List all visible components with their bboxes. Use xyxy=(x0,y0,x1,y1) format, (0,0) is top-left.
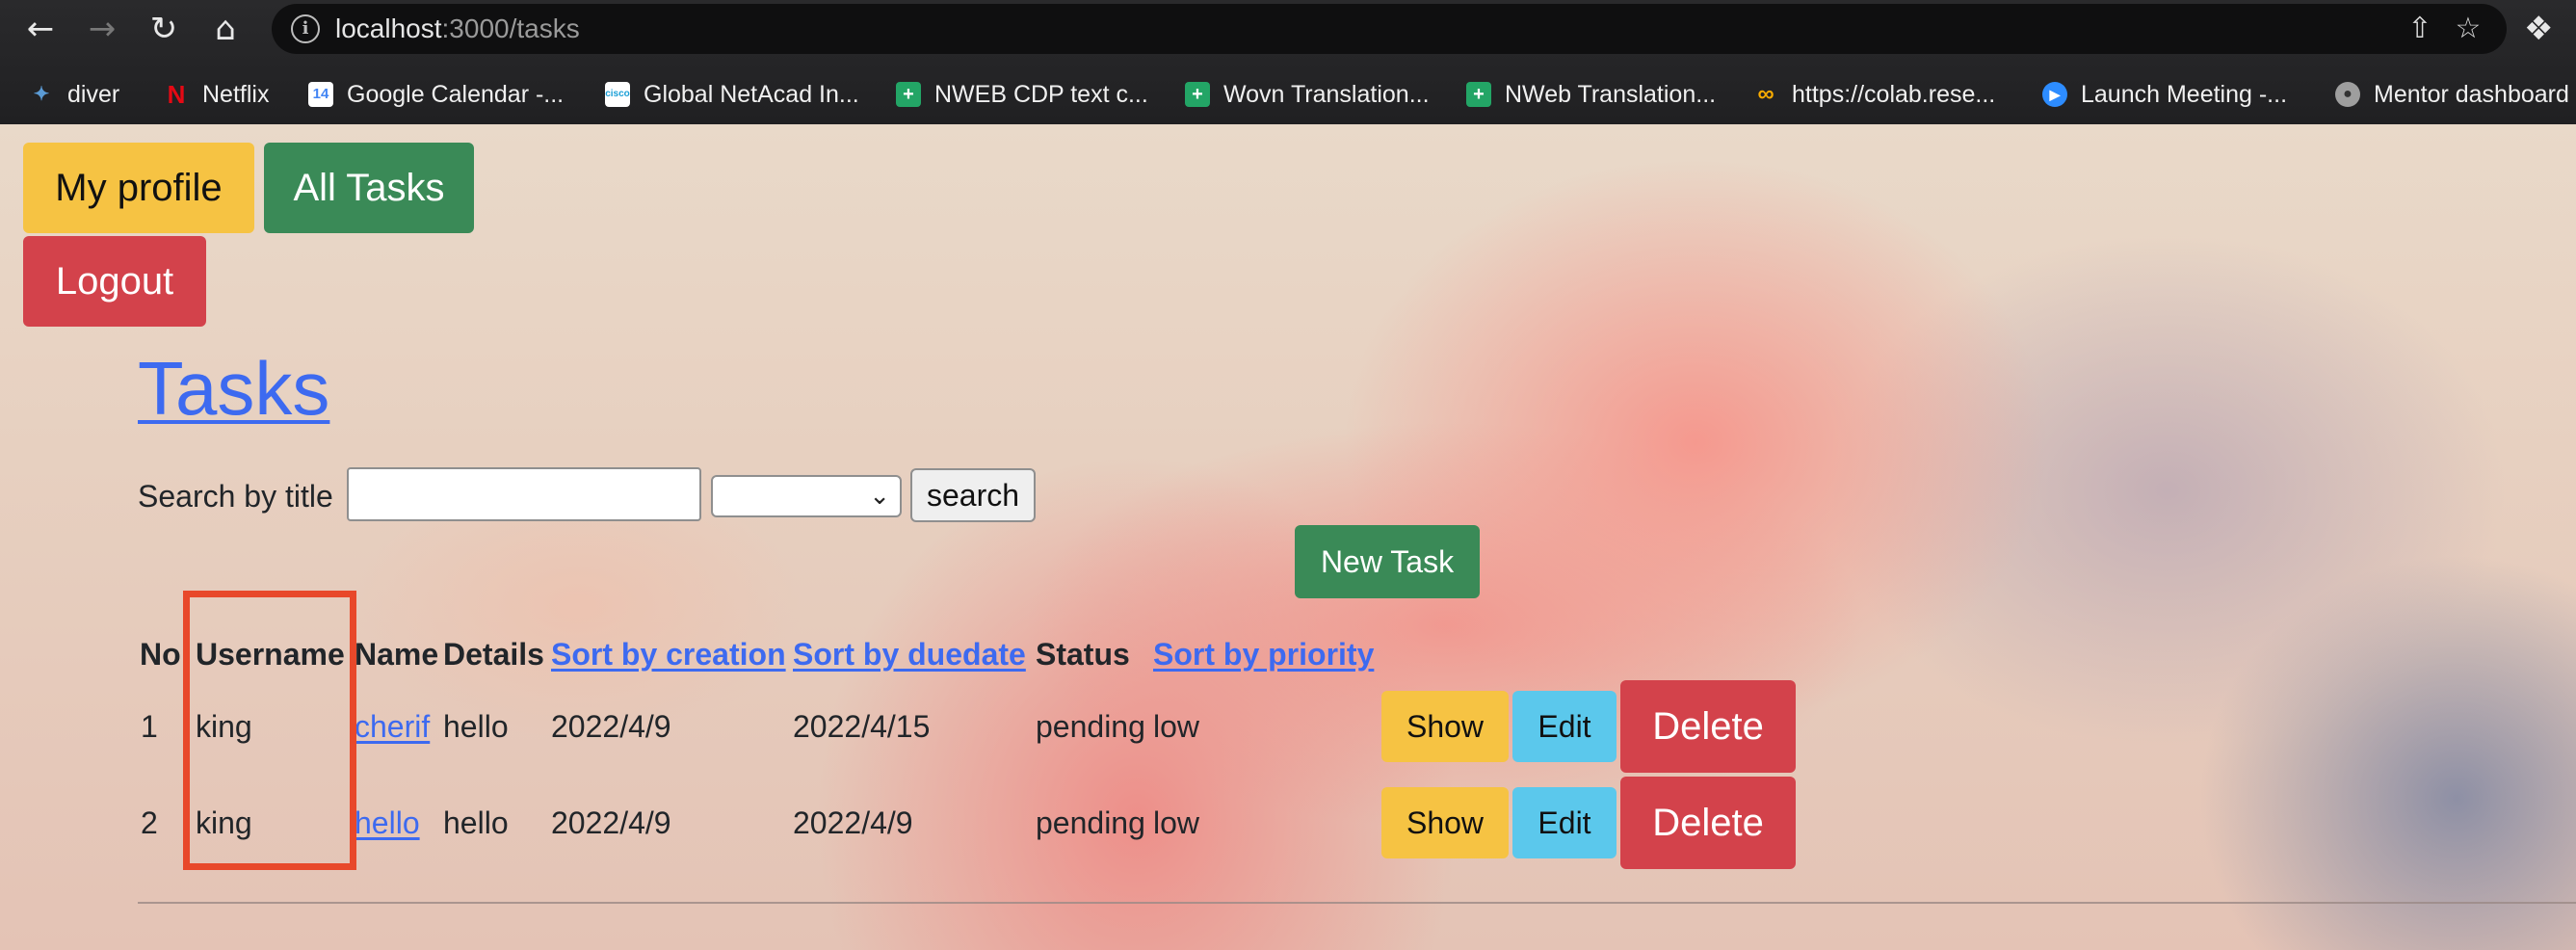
page-title[interactable]: Tasks xyxy=(138,348,329,429)
bookmark-item[interactable]: N Netflix xyxy=(164,75,270,114)
bookmark-label: diver xyxy=(67,80,120,108)
bookmark-label: Launch Meeting -... xyxy=(2081,80,2288,108)
cell-priority: low xyxy=(1153,709,1200,744)
chevron-down-icon: ⌄ xyxy=(869,482,890,511)
globe-icon: ● xyxy=(2335,82,2360,107)
bookmarks-bar: ✦ diver N Netflix 14 Google Calendar -..… xyxy=(0,69,2576,119)
page-body: My profile All Tasks Logout Tasks Search… xyxy=(0,124,2576,950)
reload-icon[interactable]: ↻ xyxy=(143,8,185,50)
cell-created: 2022/4/9 xyxy=(551,709,671,744)
bookmark-item[interactable]: ▶ Launch Meeting -... xyxy=(2042,75,2287,114)
netflix-icon: N xyxy=(167,80,186,109)
bookmark-label: Global NetAcad In... xyxy=(644,80,859,108)
delete-button[interactable]: Delete xyxy=(1620,777,1796,869)
bookmark-label: NWEB CDP text c... xyxy=(934,80,1148,108)
sort-by-duedate-link[interactable]: Sort by duedate xyxy=(793,635,1026,673)
sort-by-priority-link[interactable]: Sort by priority xyxy=(1153,635,1374,673)
cell-priority: low xyxy=(1153,805,1200,840)
home-icon[interactable]: ⌂ xyxy=(204,8,247,50)
zoom-icon: ▶ xyxy=(2042,82,2067,107)
column-header-details: Details xyxy=(443,637,544,672)
bookmark-label: Netflix xyxy=(202,80,270,108)
cell-no: 2 xyxy=(141,805,158,840)
cell-status: pending xyxy=(1036,709,1145,744)
extensions-puzzle-icon[interactable]: ❖ xyxy=(2524,10,2553,48)
username-column-highlight xyxy=(183,591,356,870)
cell-details: hello xyxy=(443,709,509,744)
search-button[interactable]: search xyxy=(910,468,1036,522)
address-bar[interactable]: i localhost:3000/tasks ⇧ ☆ xyxy=(272,4,2507,54)
bookmark-star-icon[interactable]: ☆ xyxy=(2451,12,2485,46)
cell-details: hello xyxy=(443,805,509,840)
cell-due: 2022/4/9 xyxy=(793,805,913,840)
show-button[interactable]: Show xyxy=(1381,787,1509,858)
filter-select[interactable]: ⌄ xyxy=(711,475,902,517)
all-tasks-button[interactable]: All Tasks xyxy=(264,143,474,233)
my-profile-button[interactable]: My profile xyxy=(23,143,254,233)
cisco-icon: cisco xyxy=(605,82,630,107)
share-icon[interactable]: ⇧ xyxy=(2403,12,2437,46)
colab-icon: ∞ xyxy=(1757,81,1774,107)
column-header-no: No xyxy=(140,637,181,672)
bookmark-item[interactable]: + Wovn Translation... xyxy=(1185,75,1430,114)
task-name-link[interactable]: cherif xyxy=(355,707,430,746)
bookmark-item[interactable]: cisco Global NetAcad In... xyxy=(605,75,859,114)
google-sheets-icon: + xyxy=(1185,82,1210,107)
bookmark-item[interactable]: ∞ https://colab.rese... xyxy=(1753,75,1995,114)
google-sheets-icon: + xyxy=(1466,82,1491,107)
search-input[interactable] xyxy=(347,467,701,521)
bookmark-item[interactable]: 14 Google Calendar -... xyxy=(308,75,564,114)
bookmark-label: https://colab.rese... xyxy=(1792,80,1996,108)
bookmark-label: NWeb Translation... xyxy=(1505,80,1717,108)
cell-status: pending xyxy=(1036,805,1145,840)
site-info-icon[interactable]: i xyxy=(291,14,320,43)
column-header-name: Name xyxy=(355,637,439,672)
cell-no: 1 xyxy=(141,709,158,744)
logout-button[interactable]: Logout xyxy=(23,236,206,327)
google-calendar-icon: 14 xyxy=(308,82,333,107)
browser-chrome: ← → ↻ ⌂ i localhost:3000/tasks ⇧ ☆ ❖ ✦ d… xyxy=(0,0,2576,124)
sort-by-creation-link[interactable]: Sort by creation xyxy=(551,635,786,673)
google-sheets-icon: + xyxy=(896,82,921,107)
search-label: Search by title xyxy=(138,479,333,514)
cell-due: 2022/4/15 xyxy=(793,709,931,744)
delete-button[interactable]: Delete xyxy=(1620,680,1796,773)
task-name-link[interactable]: hello xyxy=(355,804,420,842)
bookmark-label: Wovn Translation... xyxy=(1223,80,1430,108)
cell-created: 2022/4/9 xyxy=(551,805,671,840)
bookmark-item[interactable]: + NWEB CDP text c... xyxy=(896,75,1148,114)
new-task-button[interactable]: New Task xyxy=(1295,525,1480,598)
bookmark-label: Mentor dashboard xyxy=(2374,80,2569,108)
diver-icon: ✦ xyxy=(33,84,50,105)
url-text[interactable]: localhost:3000/tasks xyxy=(335,14,580,43)
back-arrow-icon[interactable]: ← xyxy=(19,8,62,50)
url-host: localhost xyxy=(335,13,442,43)
show-button[interactable]: Show xyxy=(1381,691,1509,762)
edit-button[interactable]: Edit xyxy=(1512,691,1617,762)
bookmark-item[interactable]: ✦ diver xyxy=(29,75,120,114)
bookmark-item[interactable]: + NWeb Translation... xyxy=(1466,75,1716,114)
divider xyxy=(138,902,2576,904)
edit-button[interactable]: Edit xyxy=(1512,787,1617,858)
column-header-status: Status xyxy=(1036,637,1130,672)
bookmark-label: Google Calendar -... xyxy=(347,80,565,108)
forward-arrow-icon[interactable]: → xyxy=(81,8,123,50)
bookmark-item[interactable]: ● Mentor dashboard xyxy=(2335,75,2569,114)
url-path: :3000/tasks xyxy=(441,13,580,43)
